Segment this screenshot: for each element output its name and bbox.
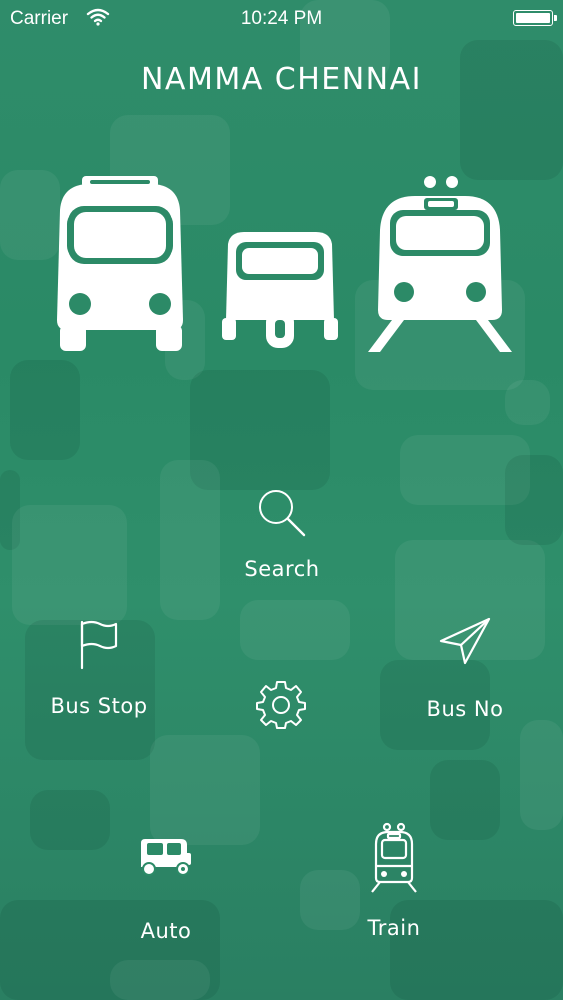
search-label: Search — [244, 557, 320, 581]
train-button[interactable]: Train — [348, 822, 440, 940]
auto-rickshaw-icon — [222, 232, 338, 348]
hero-illustration — [0, 170, 563, 360]
paper-plane-icon — [439, 617, 491, 665]
status-bar: Carrier 10:24 PM — [0, 0, 563, 38]
status-time: 10:24 PM — [240, 8, 323, 29]
train-icon — [371, 822, 417, 893]
app-title: NAMMA CHENNAI — [140, 62, 422, 97]
gear-icon — [256, 681, 306, 729]
bus-icon — [57, 176, 183, 351]
train-label: Train — [367, 916, 421, 940]
search-icon — [259, 490, 306, 537]
bus-stop-button[interactable]: Bus Stop — [38, 618, 160, 718]
auto-rickshaw-icon — [141, 839, 191, 876]
train-icon — [368, 176, 512, 352]
flag-icon — [80, 620, 118, 670]
battery-icon — [513, 10, 557, 26]
bus-no-label: Bus No — [426, 697, 504, 721]
bus-no-button[interactable]: Bus No — [410, 615, 520, 721]
settings-button[interactable] — [255, 678, 307, 730]
search-button[interactable]: Search — [222, 485, 342, 581]
bus-stop-label: Bus Stop — [50, 694, 148, 718]
auto-button[interactable]: Auto — [118, 835, 214, 943]
auto-label: Auto — [140, 919, 192, 943]
